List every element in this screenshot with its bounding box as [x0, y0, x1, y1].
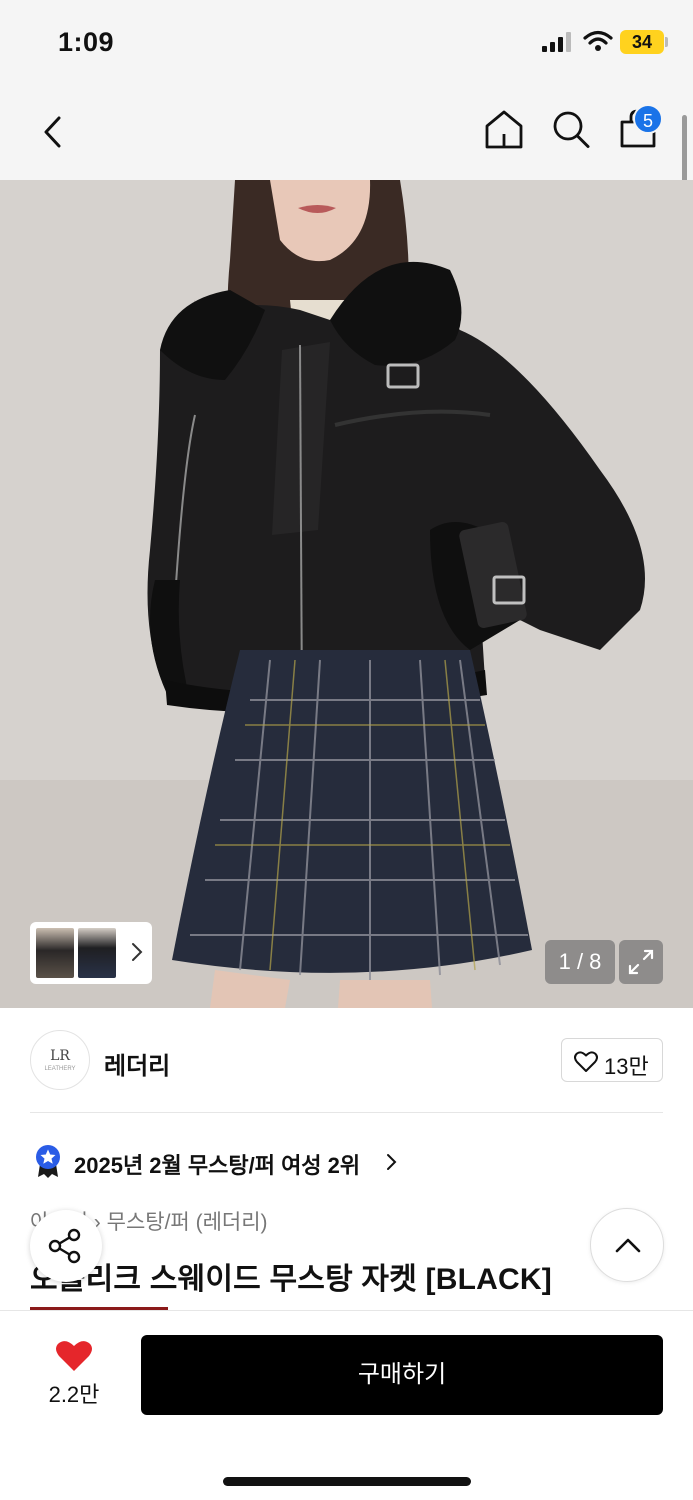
heart-outline-icon: [574, 1051, 598, 1072]
product-photo: [0, 180, 693, 1008]
thumbnail-image[interactable]: [36, 928, 74, 978]
product-image-gallery[interactable]: 1 / 8: [0, 180, 693, 1008]
ranking-text: 2025년 2월 무스탕/퍼 여성 2위: [74, 1153, 361, 1178]
chevron-right-icon[interactable]: [130, 940, 144, 964]
cellular-signal-icon: [542, 32, 571, 52]
brand-name[interactable]: 레더리: [104, 1046, 170, 1081]
status-bar: 1:09 34: [0, 0, 693, 88]
brand-like-count: 13만: [604, 1054, 649, 1079]
home-indicator[interactable]: [223, 1477, 471, 1486]
share-button[interactable]: [30, 1210, 102, 1282]
scroll-to-top-button[interactable]: [590, 1208, 664, 1282]
thumbnail-strip[interactable]: [30, 922, 152, 984]
back-icon[interactable]: [38, 112, 68, 152]
brand-logo-subtext: LEATHERY: [44, 1066, 76, 1072]
buy-button[interactable]: 구매하기: [141, 1335, 663, 1415]
battery-level: 34: [620, 30, 664, 54]
brand-logo-text: LR: [50, 1048, 70, 1064]
top-nav-bar: 5: [0, 88, 693, 180]
image-counter: 1 / 8: [545, 940, 615, 984]
thumbnail-image[interactable]: [78, 928, 116, 978]
share-icon: [48, 1228, 81, 1264]
status-time: 1:09: [58, 27, 115, 57]
brand-logo[interactable]: LR LEATHERY: [30, 1030, 90, 1090]
home-icon[interactable]: [484, 108, 524, 150]
expand-icon: [628, 949, 654, 975]
cart-count-badge: 5: [633, 104, 663, 134]
battery-tip: [665, 37, 668, 47]
chevron-up-icon: [615, 1238, 641, 1253]
bottom-action-bar: 2.2만 구매하기: [0, 1310, 693, 1500]
medal-star-icon: [36, 1145, 60, 1178]
divider: [30, 1112, 663, 1113]
heart-filled-icon: [56, 1341, 92, 1371]
search-icon[interactable]: [551, 108, 591, 150]
wishlist-button[interactable]: 2.2만: [40, 1339, 108, 1409]
wifi-icon: [583, 30, 613, 51]
product-title: 오블리크 스웨이드 무스탕 자켓 [BLACK]: [30, 1263, 552, 1296]
brand-like-button[interactable]: 13만: [561, 1038, 663, 1082]
brand-row: LR LEATHERY 레더리 13만: [30, 1030, 663, 1092]
chevron-right-icon: [387, 1154, 397, 1170]
wishlist-count: 2.2만: [48, 1382, 100, 1407]
expand-image-button[interactable]: [619, 940, 663, 984]
